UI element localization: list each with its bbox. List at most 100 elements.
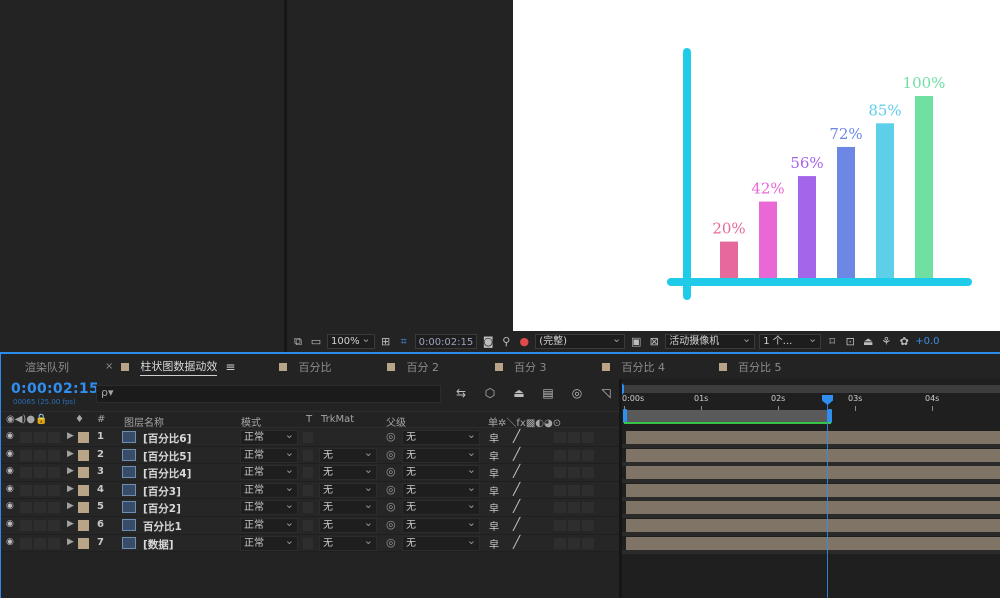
quality-switch-icon[interactable]: ╱ [513, 482, 520, 496]
label-color-swatch[interactable] [78, 537, 89, 549]
quality-switch-icon[interactable]: ╱ [513, 464, 520, 478]
layer-name[interactable]: 百分比1 [143, 519, 182, 534]
transparency-grid-icon[interactable]: ⊠ [647, 335, 661, 349]
audio-toggle[interactable] [20, 432, 32, 443]
shy-switch-icon[interactable]: 皁 [489, 500, 499, 515]
comp-mini-flowchart-icon[interactable]: ⇆ [453, 385, 469, 401]
parent-dropdown[interactable]: 无 [402, 481, 480, 498]
layer-name[interactable]: [百分比5] [143, 449, 191, 464]
tab-bar-chart-comp[interactable]: × 柱状图数据动效 ≡ [83, 354, 249, 379]
visibility-eye-icon[interactable]: ◉ [6, 501, 14, 511]
frame-blending-icon[interactable]: ▤ [540, 385, 556, 401]
label-color-swatch[interactable] [78, 502, 89, 514]
region-of-interest-icon[interactable]: ▣ [629, 335, 643, 349]
monitor-icon[interactable]: ▭ [309, 335, 323, 349]
blend-mode-dropdown[interactable]: 正常 [240, 498, 298, 516]
3d-layer-switch[interactable] [582, 484, 594, 496]
solo-toggle[interactable] [34, 519, 46, 531]
quality-switch-icon[interactable]: ╱ [513, 499, 520, 513]
solo-toggle[interactable] [34, 502, 46, 514]
effect-switch[interactable] [554, 432, 566, 443]
preserve-transparency-toggle[interactable] [303, 537, 313, 549]
lock-toggle[interactable] [48, 484, 60, 496]
resolution-dropdown[interactable]: (完整) [535, 332, 626, 349]
layer-row[interactable]: ◉ ▶ 1 [百分比6] 正常 ◎ 无 皁 ╱ [1, 428, 621, 447]
tab-render-queue[interactable]: 渲染队列 [1, 354, 83, 379]
parent-dropdown[interactable]: 无 [402, 463, 480, 481]
mask-visibility-icon[interactable]: ⌗ [397, 335, 411, 349]
layer-name[interactable]: [百分3] [143, 484, 181, 499]
audio-toggle[interactable] [20, 449, 32, 461]
motion-blur-switch[interactable] [568, 519, 580, 531]
blend-mode-dropdown[interactable]: 正常 [240, 446, 298, 463]
layer-name[interactable]: [数据] [143, 537, 174, 552]
preserve-transparency-toggle[interactable] [303, 519, 313, 531]
layer-row[interactable]: ◉ ▶ 7 [数据] 正常 无 ◎ 无 皁 ╱ [1, 534, 621, 553]
3d-layer-switch[interactable] [582, 467, 594, 479]
navigator-start-handle[interactable] [623, 409, 627, 423]
label-color-swatch[interactable] [78, 449, 89, 461]
reset-exposure-icon[interactable]: ✿ [897, 335, 911, 349]
layer-name[interactable]: [百分2] [143, 501, 181, 516]
camera-dropdown[interactable]: 活动摄像机 [665, 332, 756, 349]
label-column-icon[interactable]: ♦ [75, 414, 84, 425]
pick-whip-icon[interactable]: ◎ [386, 483, 396, 496]
preserve-transparency-toggle[interactable] [303, 502, 313, 514]
current-time-display[interactable]: 0:00:02:15 [414, 334, 478, 349]
layer-duration-bar[interactable] [626, 431, 1000, 444]
layer-duration-bar[interactable] [626, 536, 1000, 550]
always-preview-icon[interactable]: ⧉ [291, 335, 305, 349]
trkmat-dropdown[interactable]: 无 [319, 498, 377, 516]
blend-mode-dropdown[interactable]: 正常 [240, 534, 298, 551]
motion-blur-switch[interactable] [568, 537, 580, 549]
solo-toggle[interactable] [34, 484, 46, 496]
lock-toggle[interactable] [48, 502, 60, 514]
trkmat-dropdown[interactable]: 无 [319, 481, 377, 498]
trkmat-dropdown[interactable]: 无 [319, 446, 377, 463]
grid-guides-icon[interactable]: ⊞ [379, 335, 393, 349]
preserve-transparency-toggle[interactable] [303, 484, 313, 496]
fast-previews-icon[interactable]: ⊡ [843, 335, 857, 349]
visibility-eye-icon[interactable]: ◉ [6, 466, 14, 476]
timecode-display[interactable]: 0:00:02:15 [11, 381, 99, 397]
tab-percent-4[interactable]: 百分比 4 [560, 354, 679, 379]
solo-toggle[interactable] [34, 432, 46, 443]
parent-dropdown[interactable]: 无 [402, 446, 480, 463]
preserve-transparency-toggle[interactable] [303, 467, 313, 479]
effect-switch[interactable] [554, 449, 566, 461]
layer-duration-bar[interactable] [626, 483, 1000, 497]
solo-toggle[interactable] [34, 537, 46, 549]
visibility-eye-icon[interactable]: ◉ [6, 537, 14, 547]
quality-switch-icon[interactable]: ╱ [513, 429, 520, 443]
composition-canvas[interactable]: 20% 42% 56% 72% 85% 100% [513, 0, 1000, 331]
shy-switch-icon[interactable]: 皁 [489, 536, 499, 551]
tab-percent-2[interactable]: 百分 2 [345, 354, 453, 379]
lock-toggle[interactable] [48, 467, 60, 479]
tab-percent[interactable]: 百分比 [249, 354, 345, 379]
audio-toggle[interactable] [20, 502, 32, 514]
lock-toggle[interactable] [48, 537, 60, 549]
label-color-swatch[interactable] [78, 467, 89, 479]
preserve-transparency-toggle[interactable] [303, 449, 313, 461]
trkmat-dropdown[interactable]: 无 [319, 534, 377, 551]
lock-toggle[interactable] [48, 432, 60, 443]
expand-triangle-icon[interactable]: ▶ [67, 431, 74, 441]
trkmat-dropdown[interactable]: 无 [319, 463, 377, 481]
layer-name[interactable]: [百分比6] [143, 431, 191, 446]
layer-row[interactable]: ◉ ▶ 4 [百分3] 正常 无 ◎ 无 皁 ╱ [1, 481, 621, 500]
motion-blur-switch[interactable] [568, 467, 580, 479]
effect-switch[interactable] [554, 537, 566, 549]
audio-toggle[interactable] [20, 484, 32, 496]
blend-mode-dropdown[interactable]: 正常 [240, 516, 298, 533]
3d-layer-switch[interactable] [582, 432, 594, 443]
tab-percent-5[interactable]: 百分比 5 [679, 354, 796, 379]
pick-whip-icon[interactable]: ◎ [386, 500, 396, 513]
time-navigator[interactable] [623, 409, 832, 423]
layer-search-input[interactable]: ρ▾ [96, 385, 441, 403]
layer-duration-bar[interactable] [626, 519, 1000, 532]
timeline-graph-area[interactable]: 0:00s 01s 02s 03s 04s [622, 379, 1000, 598]
layer-row[interactable]: ◉ ▶ 3 [百分比4] 正常 无 ◎ 无 皁 ╱ [1, 463, 621, 482]
expand-triangle-icon[interactable]: ▶ [67, 501, 74, 511]
visibility-eye-icon[interactable]: ◉ [6, 431, 14, 441]
layer-name-header[interactable]: 图层名称 [124, 414, 164, 429]
